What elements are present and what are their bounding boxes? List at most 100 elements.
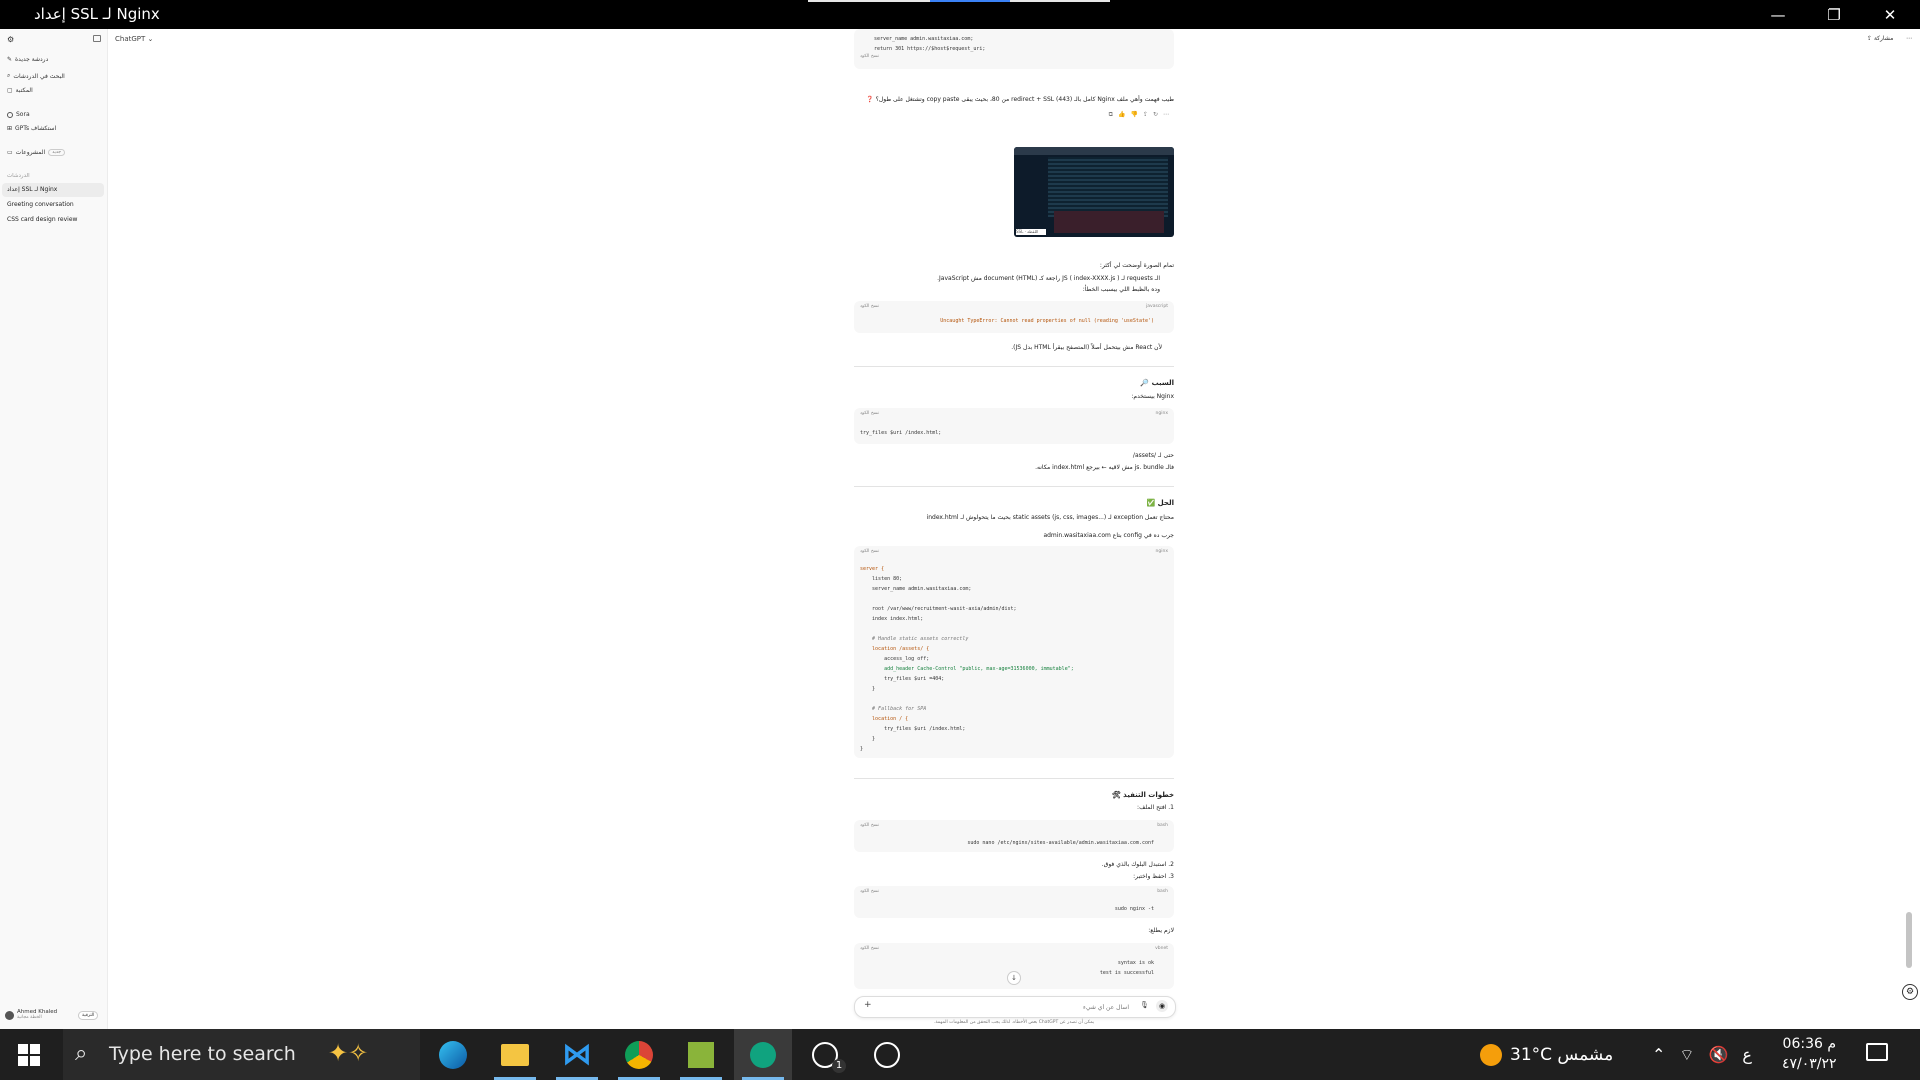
new-badge: جديد	[48, 149, 66, 156]
avatar	[5, 1010, 14, 1020]
start-button[interactable]	[0, 1029, 58, 1080]
folder-icon: ▭	[7, 149, 13, 156]
wifi-icon[interactable]: ⌔	[1679, 1045, 1694, 1065]
app-icon	[688, 1041, 714, 1068]
taskbar-chrome[interactable]	[610, 1029, 668, 1080]
clock[interactable]: 06:36 م ٤٧/٠٣/٢٢	[1782, 1034, 1837, 1074]
code-block-nginx-config: nginx نسخ الكود server { listen 80; serve…	[854, 546, 1174, 758]
voice-mode-button[interactable]: ◉	[1156, 1000, 1168, 1012]
chat-thread: server_name admin.wasitaxiaa.com; return…	[854, 29, 1174, 989]
bullet-2: وده بالظبط اللي بيسبب الخطأ:	[1082, 286, 1160, 293]
divider	[854, 486, 1174, 487]
copy-icon[interactable]: ⧉	[1109, 111, 1118, 118]
notification-center-icon[interactable]	[1866, 1043, 1888, 1061]
clock-date: ٤٧/٠٣/٢٢	[1782, 1056, 1837, 1072]
help-icon[interactable]: ⚙	[1902, 984, 1918, 1000]
step-1: 1. افتح الملف:	[1137, 804, 1174, 811]
copy-code-button[interactable]: نسخ الكود	[860, 54, 879, 59]
code-block-nginx-test: bash نسخ الكود sudo nginx -t	[854, 886, 1174, 918]
sidebar-item-sora[interactable]: Sora	[7, 111, 30, 118]
share-button[interactable]: ⇪ مشاركة	[1867, 35, 1893, 42]
copy-code-button[interactable]: نسخ الكود	[860, 304, 879, 309]
code-language: nginx	[1155, 411, 1168, 416]
chat-item-nginx-ssl[interactable]: إعداد SSL لـ Nginx	[2, 183, 104, 197]
taskbar-photos[interactable]	[858, 1029, 916, 1080]
code-block-top: server_name admin.wasitaxiaa.com; return…	[854, 29, 1174, 69]
scroll-to-bottom-button[interactable]: ↓	[1007, 971, 1021, 985]
code-language: bash	[1157, 889, 1168, 894]
image-caption: SSL · اللقطة	[1016, 229, 1039, 234]
loading-bar-fill	[930, 0, 1010, 2]
chat-scrollbar[interactable]	[1906, 912, 1912, 968]
openai-logo-icon[interactable]: ⚙	[7, 35, 14, 44]
edge-icon	[439, 1040, 467, 1069]
windows-taskbar: ⌕ Type here to search ✦✧ ⋈ 1 31°C مشمس ⌃…	[0, 1029, 1920, 1080]
sidebar-item-new-chat[interactable]: ✎ دردشة جديدة	[7, 56, 48, 63]
share-icon: ⇪	[1867, 35, 1873, 42]
share-icon[interactable]: ⇪	[1143, 111, 1153, 118]
copy-code-button[interactable]: نسخ الكود	[860, 889, 879, 894]
library-icon: ▢	[7, 87, 13, 94]
code-language: bash	[1157, 823, 1168, 828]
copy-code-button[interactable]: نسخ الكود	[860, 549, 879, 554]
chevron-down-icon: ⌄	[147, 35, 154, 43]
volume-muted-icon[interactable]: 🔇	[1708, 1045, 1728, 1064]
system-tray: ⌃ ⌔ 🔇 ع	[1652, 1029, 1752, 1080]
taskbar-whatsapp[interactable]: 1	[796, 1029, 854, 1080]
chat-item-css-review[interactable]: CSS card design review	[2, 213, 104, 227]
window-titlebar: إعداد SSL لـ Nginx — ❐ ✕	[0, 0, 1920, 29]
sidebar-item-search[interactable]: ⌕ البحث في الدردشات	[7, 72, 65, 80]
sidebar: ⚙ ✎ دردشة جديدة ⌕ البحث في الدردشات ▢ المكت…	[0, 29, 108, 1029]
taskbar-app-green[interactable]	[672, 1029, 730, 1080]
user-plan: الخطة مجانية	[17, 1015, 42, 1020]
sora-icon	[7, 111, 13, 118]
taskbar-edge[interactable]	[424, 1029, 482, 1080]
response-intro: تمام الصورة أوضحت لي أكثر:	[1099, 262, 1174, 269]
chat-item-greeting[interactable]: Greeting conversation	[2, 198, 104, 212]
close-button[interactable]: ✕	[1862, 0, 1918, 29]
code-language: nginx	[1155, 549, 1168, 554]
step-2: 2. استبدل البلوك بالذي فوق.	[1101, 861, 1174, 868]
taskbar-chatgpt[interactable]	[734, 1029, 792, 1080]
solution-text-2: جرب ده في config بتاع admin.wasitaxiaa.c…	[1043, 532, 1174, 539]
section-heading-steps: خطوات التنفيذ 🛠	[1111, 791, 1174, 799]
window-title: إعداد SSL لـ Nginx	[34, 5, 160, 23]
step-3: 3. احفظ واختبر:	[1133, 873, 1174, 880]
sidebar-toggle-icon[interactable]	[93, 35, 101, 42]
restore-button[interactable]: ❐	[1806, 0, 1862, 29]
attached-screenshot[interactable]: SSL · اللقطة	[1014, 147, 1174, 237]
thumbs-down-icon[interactable]: 👎	[1130, 111, 1142, 118]
microphone-icon[interactable]: 🎙	[1140, 1001, 1149, 1009]
taskbar-file-explorer[interactable]	[486, 1029, 544, 1080]
chevron-up-icon[interactable]: ⌃	[1652, 1045, 1665, 1064]
taskbar-vscode[interactable]: ⋈	[548, 1029, 606, 1080]
code-language: vbnet	[1155, 946, 1168, 951]
input-language[interactable]: ع	[1742, 1045, 1752, 1064]
minimize-button[interactable]: —	[1750, 0, 1806, 29]
folder-icon	[501, 1043, 529, 1066]
copy-code-button[interactable]: نسخ الكود	[860, 411, 879, 416]
upgrade-button[interactable]: الترقية	[78, 1011, 99, 1020]
taskbar-search[interactable]: ⌕ Type here to search ✦✧	[63, 1029, 420, 1080]
sidebar-item-library[interactable]: ▢ المكتبة	[7, 87, 33, 94]
more-icon[interactable]: ⋯	[1163, 111, 1174, 118]
response-para-2: لأن React مش بيتحمل أصلاً (المتصفح بيقرأ…	[1011, 344, 1162, 351]
more-options-icon[interactable]: ⋯	[1906, 35, 1912, 42]
thumbs-up-icon[interactable]: 👍	[1118, 111, 1130, 118]
sidebar-item-gpts[interactable]: ⊞ GPTs استكشاف	[7, 125, 56, 132]
prompt-input[interactable]	[877, 1000, 1131, 1014]
solution-text: محتاج تعمل exception لـ static assets (j…	[926, 514, 1174, 521]
regenerate-icon[interactable]: ↻	[1153, 111, 1163, 118]
add-attachment-icon[interactable]: +	[864, 1000, 872, 1010]
copy-code-button[interactable]: نسخ الكود	[860, 946, 879, 951]
weather-widget[interactable]: 31°C مشمس	[1480, 1029, 1613, 1080]
whatsapp-badge: 1	[832, 1059, 846, 1073]
section-heading-cause: السبب 🔎	[1140, 379, 1174, 387]
loading-bar	[808, 0, 1110, 2]
grid-icon: ⊞	[7, 125, 13, 132]
copy-code-button[interactable]: نسخ الكود	[860, 823, 879, 828]
sidebar-item-projects[interactable]: ▭ المشروعات جديد	[7, 149, 66, 156]
model-selector[interactable]: ChatGPT ⌄	[115, 35, 153, 43]
user-profile[interactable]: Ahmed Khaled الخطة مجانية	[5, 1009, 57, 1021]
windows-logo-icon	[18, 1043, 40, 1066]
